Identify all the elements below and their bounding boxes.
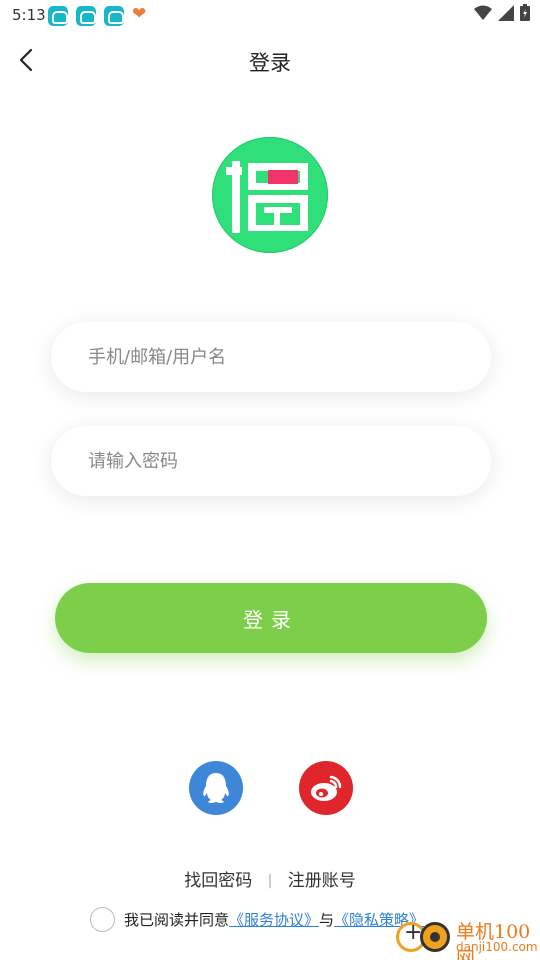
heart-hands-icon: ❤ xyxy=(132,4,147,24)
agreement-conjunction: 与 xyxy=(319,910,335,929)
wifi-icon xyxy=(474,5,492,20)
username-field-container xyxy=(51,322,491,392)
qq-login-button[interactable] xyxy=(189,761,243,815)
app-logo-icon xyxy=(226,161,308,233)
password-input[interactable] xyxy=(51,426,491,496)
watermark-subtitle: danji100.com xyxy=(456,940,538,954)
password-field-container xyxy=(51,426,491,496)
weibo-login-button[interactable] xyxy=(299,761,353,815)
battery-icon xyxy=(520,4,530,21)
agreement-prefix: 我已阅读并同意 xyxy=(124,910,230,929)
agreement-checkbox[interactable] xyxy=(90,906,115,932)
status-icons xyxy=(474,4,530,21)
car-icon xyxy=(76,6,96,26)
account-links: 找回密码 | 注册账号 xyxy=(0,866,540,891)
status-bar: 5:13 ❤ xyxy=(0,0,540,32)
site-watermark: 单机100网 danji100.com xyxy=(394,914,540,960)
link-separator: | xyxy=(267,873,273,889)
qq-icon xyxy=(203,773,229,803)
login-button[interactable]: 登录 xyxy=(55,583,487,653)
watermark-eye-icon xyxy=(420,922,450,952)
register-link[interactable]: 注册账号 xyxy=(288,871,356,891)
status-time: 5:13 xyxy=(12,6,46,24)
header-bar: 登录 xyxy=(0,36,540,84)
car-icon xyxy=(104,6,124,26)
app-logo xyxy=(212,137,328,253)
signal-icon xyxy=(498,4,514,21)
agreement-row: 我已阅读并同意 《服务协议》 与 《隐私策略》 xyxy=(90,906,424,932)
weibo-icon xyxy=(311,775,342,801)
username-input[interactable] xyxy=(51,322,491,392)
forgot-password-link[interactable]: 找回密码 xyxy=(184,871,252,891)
service-agreement-link[interactable]: 《服务协议》 xyxy=(229,909,319,930)
car-icon xyxy=(48,6,68,26)
page-title: 登录 xyxy=(249,51,291,75)
